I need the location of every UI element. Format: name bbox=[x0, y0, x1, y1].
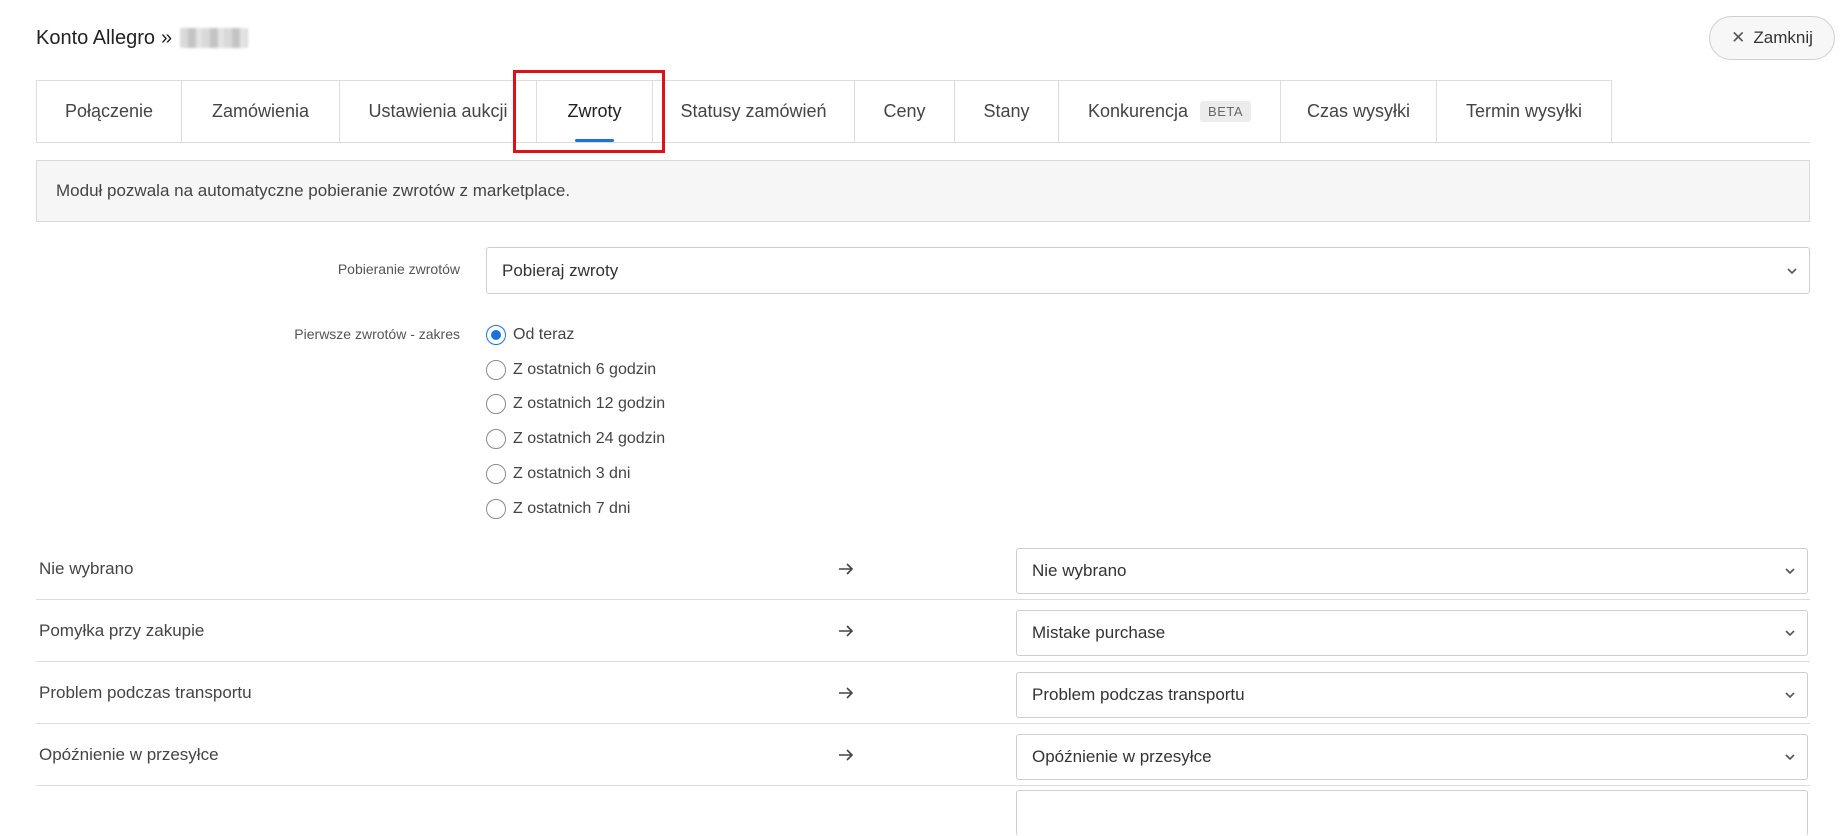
radio-od-teraz[interactable]: Od teraz bbox=[486, 322, 574, 348]
radio-button[interactable] bbox=[486, 499, 506, 519]
mapping-target-select[interactable]: Problem podczas transportu bbox=[1016, 672, 1808, 718]
info-text: Moduł pozwala na automatyczne pobieranie… bbox=[56, 181, 571, 200]
mapping-target-select[interactable]: Opóźnienie w przesyłce bbox=[1016, 734, 1808, 780]
breadcrumb-separator: » bbox=[160, 26, 173, 49]
radio-24-godzin[interactable]: Z ostatnich 24 godzin bbox=[486, 426, 665, 452]
mapping-target-value: Mistake purchase bbox=[1032, 623, 1166, 642]
radio-12-godzin[interactable]: Z ostatnich 12 godzin bbox=[486, 391, 665, 417]
tab-label: Stany bbox=[983, 101, 1030, 121]
close-icon: ✕ bbox=[1731, 28, 1746, 47]
radio-button[interactable] bbox=[486, 464, 506, 484]
radio-label: Z ostatnich 3 dni bbox=[513, 465, 631, 482]
mapping-source: Pomyłka przy zakupie bbox=[39, 621, 205, 640]
tab-zamowienia[interactable]: Zamówienia bbox=[181, 80, 339, 143]
download-label: Pobieranie zwrotów bbox=[337, 261, 460, 277]
tab-label: Zamówienia bbox=[211, 101, 310, 121]
tab-label: Połączenie bbox=[64, 101, 154, 121]
radio-label: Z ostatnich 24 godzin bbox=[513, 430, 666, 447]
tab-zwroty[interactable]: Zwroty bbox=[536, 80, 652, 143]
mapping-row: Pomyłka przy zakupie Mistake purchase bbox=[36, 600, 1810, 662]
mapping-row: Problem podczas transportu Problem podcz… bbox=[36, 662, 1810, 724]
tab-konkurencja[interactable]: Konkurencja BETA bbox=[1058, 80, 1280, 143]
page-title: Konto Allegro bbox=[36, 26, 155, 49]
page-header: Konto Allegro » bbox=[36, 22, 249, 54]
radio-label: Z ostatnich 12 godzin bbox=[513, 395, 666, 412]
chevron-down-icon bbox=[1785, 692, 1795, 699]
tab-termin-wysylki[interactable]: Termin wysyłki bbox=[1436, 80, 1612, 143]
chevron-down-icon bbox=[1785, 568, 1795, 575]
tab-label: Termin wysyłki bbox=[1465, 101, 1582, 121]
arrow-right-icon bbox=[839, 749, 854, 761]
tab-stany[interactable]: Stany bbox=[954, 80, 1058, 143]
close-button[interactable]: ✕ Zamknij bbox=[1709, 16, 1835, 60]
tab-label: Zwroty bbox=[567, 101, 622, 121]
tab-polaczenie[interactable]: Połączenie bbox=[36, 80, 181, 143]
radio-label: Od teraz bbox=[513, 326, 575, 343]
mapping-target-select[interactable]: Nie wybrano bbox=[1016, 548, 1808, 594]
radio-6-godzin[interactable]: Z ostatnich 6 godzin bbox=[486, 357, 656, 383]
mapping-row: Opóźnienie w przesyłce Opóźnienie w prze… bbox=[36, 724, 1810, 786]
chevron-down-icon bbox=[1785, 630, 1795, 637]
arrow-right-icon bbox=[839, 687, 854, 699]
range-label: Pierwsze zwrotów - zakres bbox=[294, 326, 460, 342]
mapping-row: Nie wybrano Nie wybrano bbox=[36, 538, 1810, 600]
chevron-down-icon bbox=[1785, 754, 1795, 761]
mapping-target-value: Problem podczas transportu bbox=[1032, 685, 1245, 704]
radio-button[interactable] bbox=[486, 429, 506, 449]
mapping-target-select-partial[interactable] bbox=[1016, 790, 1808, 836]
radio-label: Z ostatnich 6 godzin bbox=[513, 361, 657, 378]
tab-ustawienia-aukcji[interactable]: Ustawienia aukcji bbox=[339, 80, 536, 143]
tab-czas-wysylki[interactable]: Czas wysyłki bbox=[1280, 80, 1436, 143]
tab-statusy-zamowien[interactable]: Statusy zamówień bbox=[652, 80, 854, 143]
redacted-account-name bbox=[180, 28, 249, 48]
radio-button[interactable] bbox=[486, 360, 506, 380]
arrow-right-icon bbox=[839, 625, 854, 637]
mapping-source: Opóźnienie w przesyłce bbox=[39, 745, 219, 764]
tabs-divider bbox=[36, 142, 1810, 143]
radio-button[interactable] bbox=[486, 394, 506, 414]
mapping-source: Nie wybrano bbox=[39, 559, 134, 578]
tab-label: Czas wysyłki bbox=[1306, 101, 1410, 121]
tab-label: Ceny bbox=[883, 101, 926, 121]
close-button-label: Zamknij bbox=[1753, 28, 1813, 47]
arrow-right-icon bbox=[839, 563, 854, 575]
download-select[interactable]: Pobieraj zwroty bbox=[486, 247, 1810, 294]
chevron-down-icon bbox=[1787, 267, 1797, 274]
radio-button[interactable] bbox=[486, 325, 506, 345]
beta-badge: BETA bbox=[1200, 101, 1252, 122]
mapping-target-value: Opóźnienie w przesyłce bbox=[1032, 747, 1212, 766]
download-select-value: Pobieraj zwroty bbox=[502, 260, 619, 280]
tab-bar: Połączenie Zamówienia Ustawienia aukcji … bbox=[36, 80, 1612, 143]
mapping-source: Problem podczas transportu bbox=[39, 683, 252, 702]
info-banner: Moduł pozwala na automatyczne pobieranie… bbox=[36, 160, 1810, 222]
radio-7-dni[interactable]: Z ostatnich 7 dni bbox=[486, 496, 630, 522]
tab-ceny[interactable]: Ceny bbox=[854, 80, 954, 143]
radio-3-dni[interactable]: Z ostatnich 3 dni bbox=[486, 461, 630, 487]
tab-label: Konkurencja bbox=[1087, 101, 1189, 121]
tab-label: Statusy zamówień bbox=[680, 101, 827, 121]
radio-label: Z ostatnich 7 dni bbox=[513, 500, 631, 517]
mapping-target-select[interactable]: Mistake purchase bbox=[1016, 610, 1808, 656]
tab-label: Ustawienia aukcji bbox=[368, 101, 508, 121]
mapping-target-value: Nie wybrano bbox=[1032, 561, 1127, 580]
